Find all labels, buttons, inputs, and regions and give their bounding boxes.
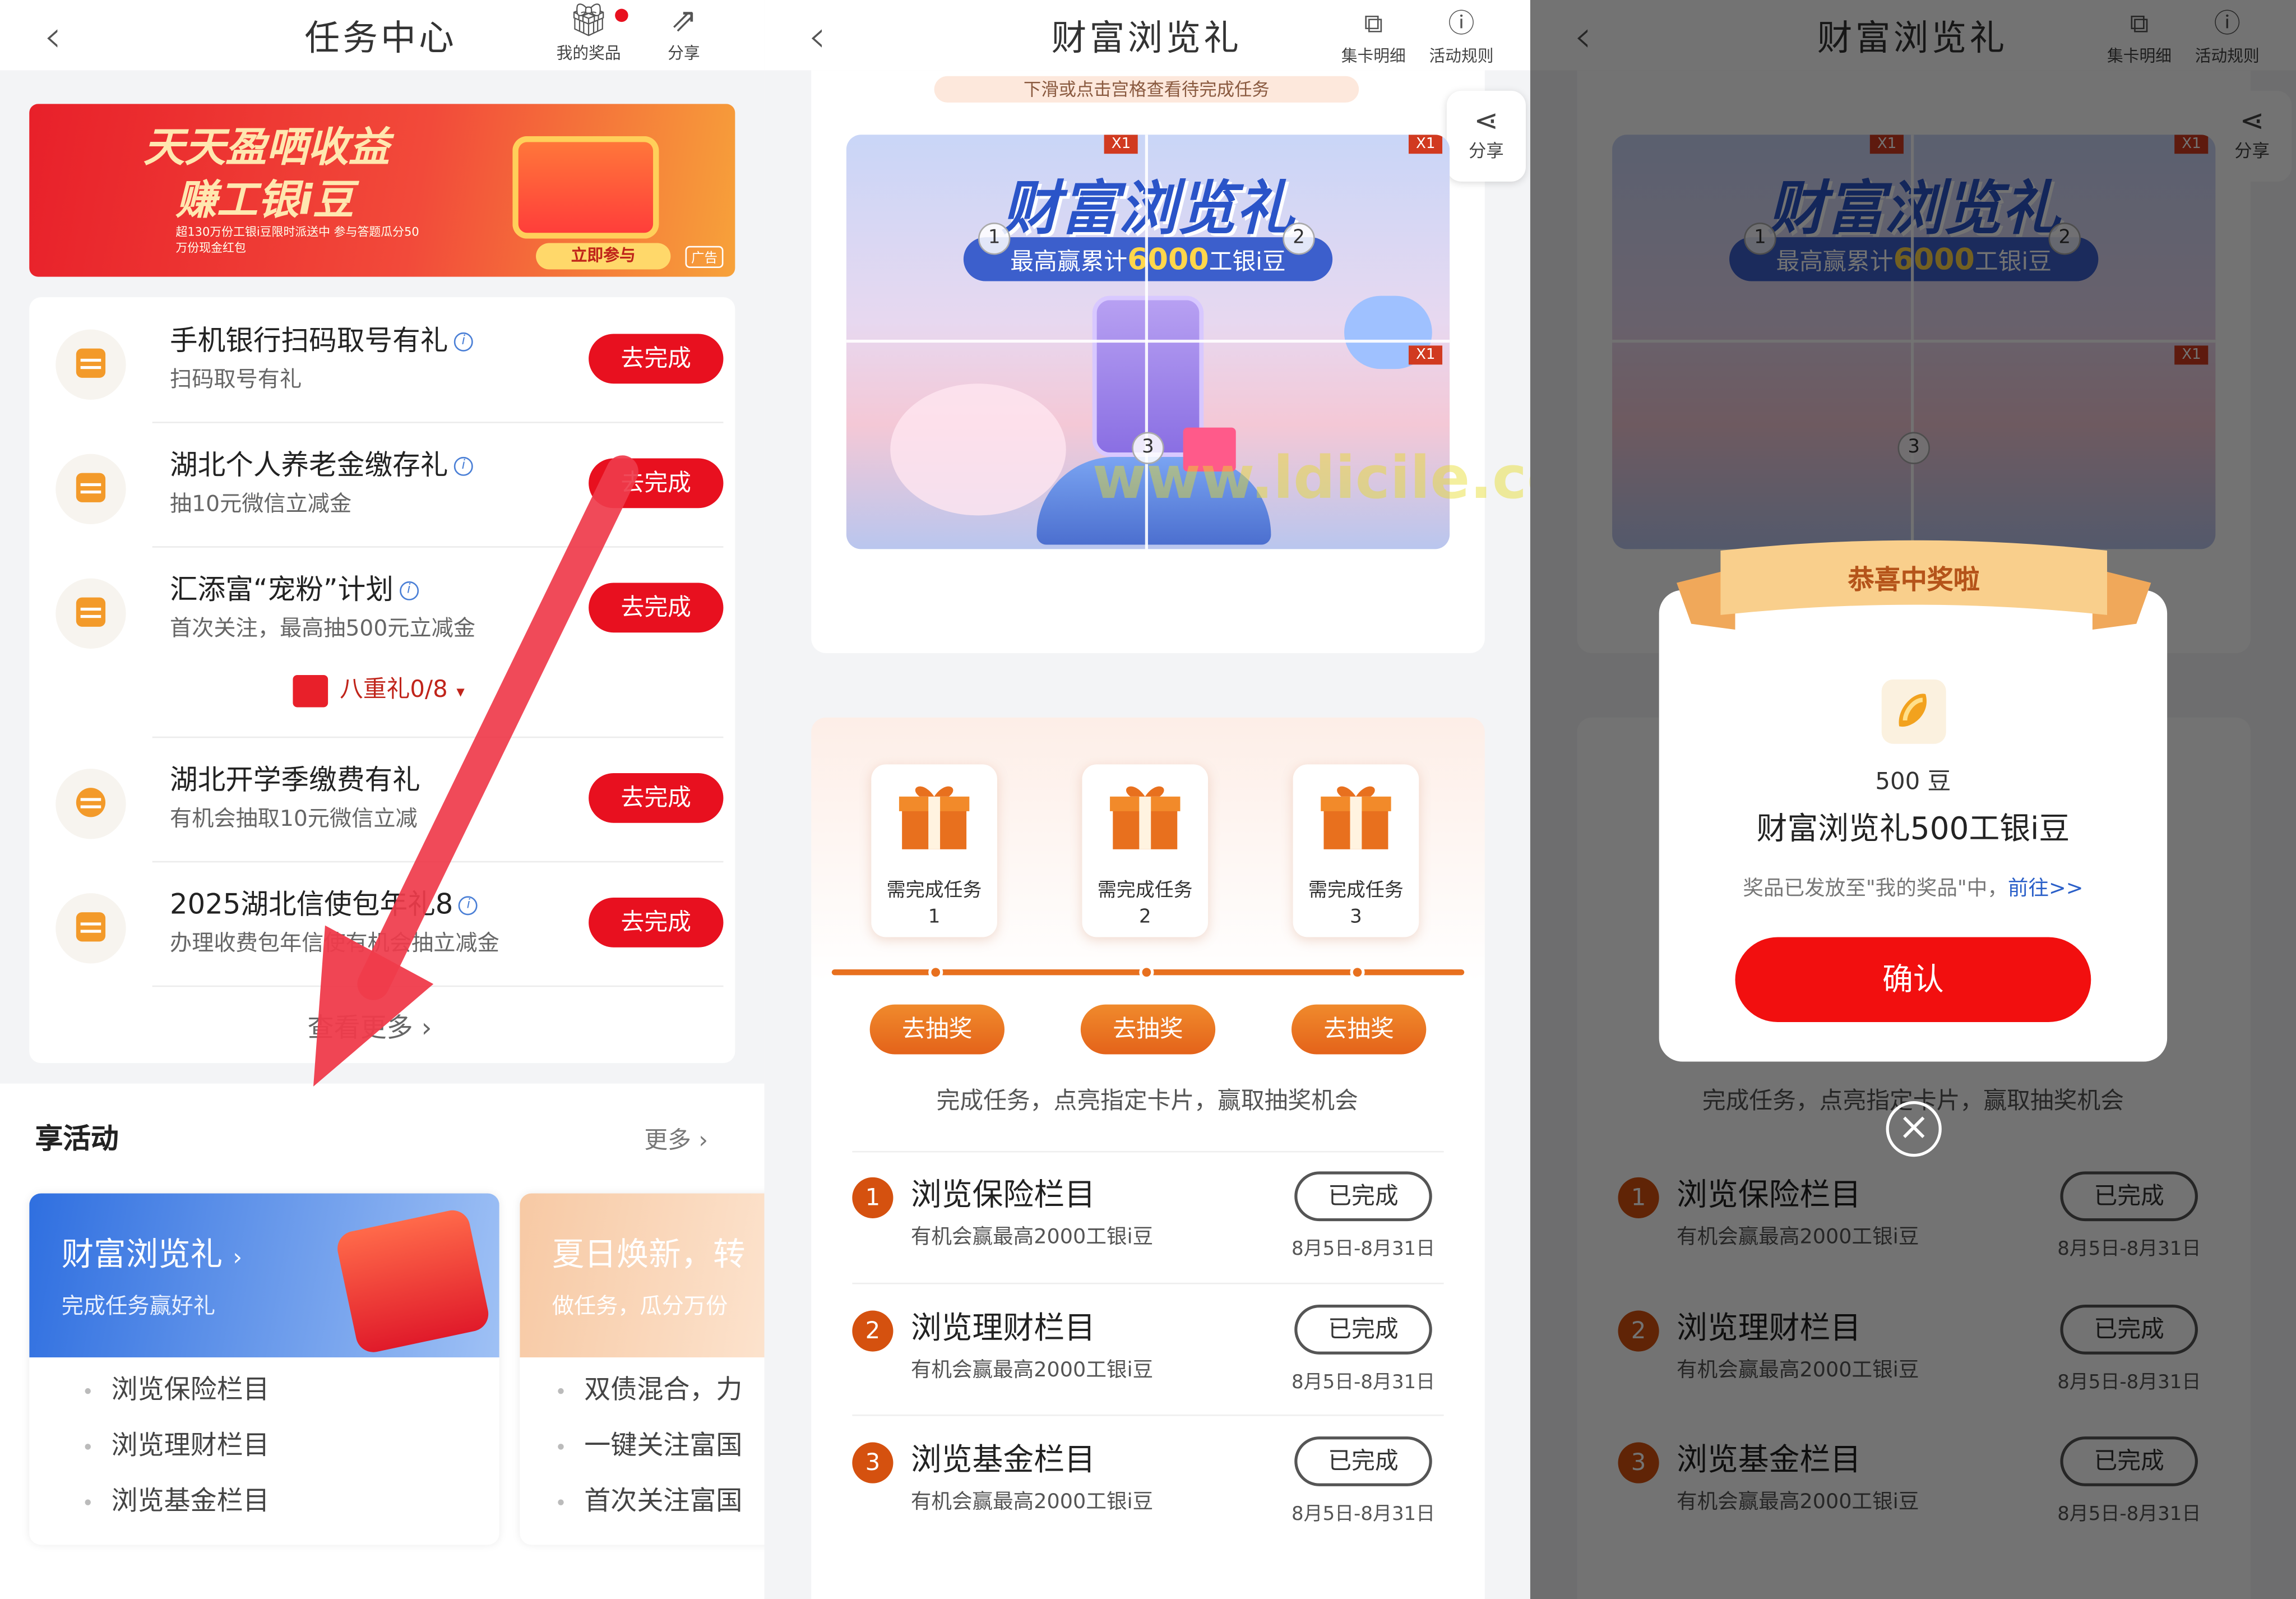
card-detail-label: 集卡明细	[1341, 47, 1406, 66]
grid-number: 1	[978, 222, 1011, 255]
share-float-button[interactable]: ⋖分享	[1446, 90, 1526, 182]
share-label: 分享	[1469, 140, 1504, 161]
gift-box-icon	[1110, 786, 1181, 849]
gift-number: 2	[1138, 906, 1151, 928]
hero-subtitle: 最高赢累计6000工银i豆	[963, 237, 1333, 281]
grid-number: 2	[1283, 222, 1315, 255]
rules-button[interactable]: ⓘ 活动规则	[1418, 6, 1506, 67]
scroll-hint-text: 下滑或点击宫格查看待完成任务	[1023, 79, 1270, 100]
task-date-range: 8月5日-8月31日	[1292, 1238, 1436, 1261]
card-detail-button[interactable]: ⧉ 集卡明细	[1330, 6, 1418, 67]
hero-sub-amount: 6000	[1127, 241, 1209, 277]
gift-card: 需完成任务 2	[1082, 764, 1209, 937]
task-description: 有机会赢最高2000工银i豆	[910, 1490, 1154, 1514]
annotation-arrow	[313, 455, 638, 1087]
gift-requirement: 需完成任务	[886, 880, 982, 902]
rules-label: 活动规则	[1429, 47, 1494, 66]
task-name: 浏览理财栏目	[910, 1310, 1095, 1346]
task-description: 有机会赢最高2000工银i豆	[910, 1358, 1154, 1383]
share-icon: ⋖	[1474, 102, 1499, 138]
watermark: www.ldicile.com	[1092, 445, 1530, 513]
count-badge: X1	[1408, 345, 1443, 365]
gift-box-icon	[1321, 786, 1391, 849]
prize-amount: 500 豆	[1875, 767, 1951, 796]
task-description: 有机会赢最高2000工银i豆	[910, 1226, 1154, 1249]
progress-node	[928, 965, 943, 980]
draw-lottery-button[interactable]: 去抽奖	[1292, 1004, 1427, 1055]
draw-lottery-button[interactable]: 去抽奖	[1080, 1004, 1216, 1055]
progress-node	[1350, 965, 1365, 980]
prize-note: 奖品已发放至"我的奖品"中，前往>>	[1659, 873, 2167, 902]
gift-card: 需完成任务 1	[871, 764, 997, 937]
completed-button[interactable]: 已完成	[1294, 1171, 1432, 1222]
task-number-badge: 1	[852, 1177, 894, 1218]
gift-label: 需完成任务 2	[1082, 879, 1208, 931]
completed-button[interactable]: 已完成	[1294, 1436, 1432, 1486]
bean-icon	[1881, 679, 1946, 744]
count-badge: X1	[1408, 135, 1443, 154]
hero-title: 财富浏览礼	[1001, 175, 1295, 243]
wealth-browsing-screen: ‹ 财富浏览礼 ⧉ 集卡明细 ⓘ 活动规则 下滑或点击宫格查看待完成任务 ⋖ 分享 财…	[764, 0, 1530, 1599]
scroll-hint: 下滑或点击宫格查看待完成任务	[934, 76, 1359, 103]
gift-label: 需完成任务 1	[871, 879, 997, 931]
back-arrow-icon[interactable]: ‹	[808, 12, 826, 63]
browse-task-row: 2 浏览理财栏目 有机会赢最高2000工银i豆 已完成 8月5日-8月31日	[852, 1284, 1443, 1416]
page-title: 财富浏览礼	[1051, 17, 1242, 59]
draw-lottery-button[interactable]: 去抽奖	[869, 1004, 1004, 1055]
gift-requirement: 需完成任务	[1097, 880, 1193, 902]
gift-number: 3	[1350, 906, 1362, 928]
confirm-button[interactable]: 确认	[1735, 937, 2091, 1022]
gift-requirement: 需完成任务	[1308, 880, 1404, 902]
prize-note-text: 奖品已发放至"我的奖品"中，	[1743, 877, 2008, 901]
browse-task-row: 3 浏览基金栏目 有机会赢最高2000工银i豆 已完成 8月5日-8月31日	[852, 1416, 1443, 1548]
task-number-badge: 3	[852, 1442, 894, 1484]
task-date-range: 8月5日-8月31日	[1292, 1372, 1436, 1394]
task-center-screen: ‹ 任务中心 🎁︎ 我的奖品 ⇗ 分享 天天盈哂收益 赚工银i豆 超130万份工…	[0, 0, 765, 1599]
hero-sub-suffix: 工银i豆	[1209, 247, 1286, 276]
completed-button[interactable]: 已完成	[1294, 1305, 1432, 1355]
task-number-badge: 2	[852, 1310, 894, 1352]
close-icon[interactable]: ×	[1886, 1101, 1942, 1157]
header-bar: ‹ 财富浏览礼 ⧉ 集卡明细 ⓘ 活动规则	[764, 0, 1530, 71]
gift-box-icon	[899, 786, 970, 849]
cloud-decoration	[890, 383, 1066, 516]
hero-sub-prefix: 最高赢累计	[1010, 247, 1128, 276]
task-name: 浏览保险栏目	[910, 1177, 1095, 1213]
gift-number: 1	[928, 906, 941, 928]
grid-divider	[846, 339, 1450, 343]
task-name: 浏览基金栏目	[910, 1442, 1095, 1478]
info-circle-icon: ⓘ	[1448, 8, 1475, 40]
lottery-instruction: 完成任务，点亮指定卡片，赢取抽奖机会	[936, 1086, 1358, 1115]
count-badge: X1	[1104, 135, 1138, 154]
prize-name: 财富浏览礼500工银i豆	[1756, 811, 2070, 847]
gift-card: 需完成任务 3	[1293, 764, 1419, 937]
prize-popup-screen: ‹ 财富浏览礼 ⧉集卡明细 ⓘ活动规则 ⋖分享 财富浏览礼 最高赢累计6000工…	[1530, 0, 2296, 1599]
progress-node	[1139, 965, 1154, 980]
modal-title: 恭喜中奖啦	[1848, 565, 1980, 596]
browse-task-row: 1 浏览保险栏目 有机会赢最高2000工银i豆 已完成 8月5日-8月31日	[852, 1151, 1443, 1283]
go-to-prizes-link[interactable]: 前往>>	[2008, 877, 2083, 900]
task-date-range: 8月5日-8月31日	[1292, 1504, 1436, 1526]
gift-label: 需完成任务 3	[1293, 879, 1419, 931]
puzzle-icon: ⧉	[1364, 8, 1383, 40]
